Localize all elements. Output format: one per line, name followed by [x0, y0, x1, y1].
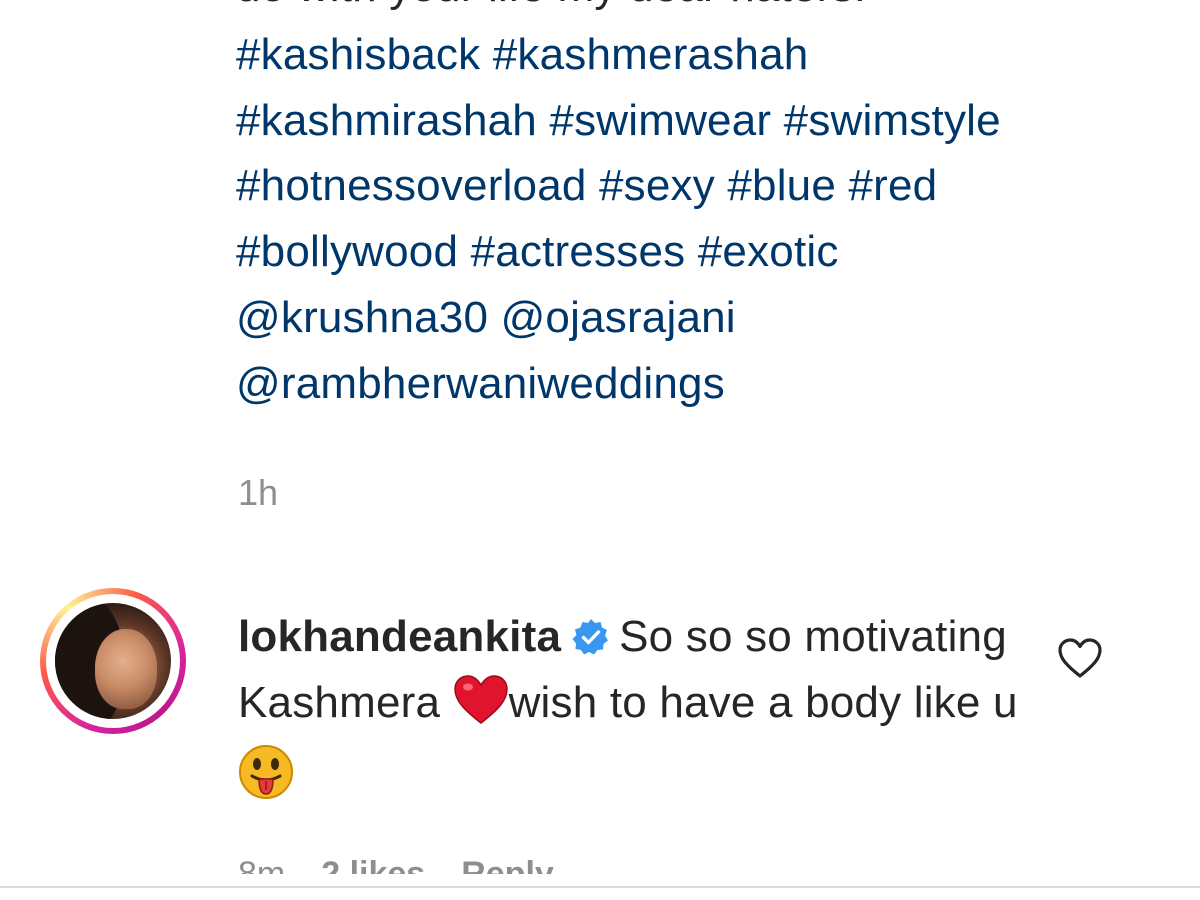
caption-hashtag-line[interactable]: #hotnessoverload #sexy #blue #red — [236, 153, 937, 219]
comment-meta-row: 8m 2 likes Reply — [238, 852, 590, 874]
caption-hashtag-line[interactable]: #kashmirashah #swimwear #swimstyle — [236, 88, 1001, 154]
comment-body: lokhandeankita So so so motivating Kashm… — [238, 604, 1018, 819]
caption-mention-line[interactable]: @rambherwaniweddings — [236, 351, 725, 417]
divider — [0, 886, 1200, 888]
heart-outline-icon[interactable] — [1056, 636, 1104, 680]
reply-button[interactable]: Reply — [461, 855, 554, 874]
post-timestamp[interactable]: 1h — [238, 470, 278, 516]
verified-badge-icon — [571, 610, 611, 655]
comment-text-part2: wish to have a body like u — [508, 678, 1018, 727]
caption-hashtag-line[interactable]: #kashisback #kashmerashah — [236, 22, 808, 88]
avatar-story-ring[interactable] — [40, 588, 186, 734]
caption-cutoff-line: do with your life my dear haters! — [236, 0, 866, 20]
comment-time[interactable]: 8m — [238, 855, 285, 874]
instagram-post-comments: do with your life my dear haters! #kashi… — [0, 0, 1200, 900]
red-heart-emoji — [453, 675, 509, 744]
comment-username[interactable]: lokhandeankita — [238, 612, 561, 661]
avatar[interactable] — [55, 603, 171, 719]
caption-hashtag-line[interactable]: #bollywood #actresses #exotic — [236, 219, 839, 285]
tongue-out-emoji — [238, 744, 294, 819]
comment-likes-count[interactable]: 2 likes — [321, 855, 425, 874]
caption-mention-line[interactable]: @krushna30 @ojasrajani — [236, 285, 736, 351]
